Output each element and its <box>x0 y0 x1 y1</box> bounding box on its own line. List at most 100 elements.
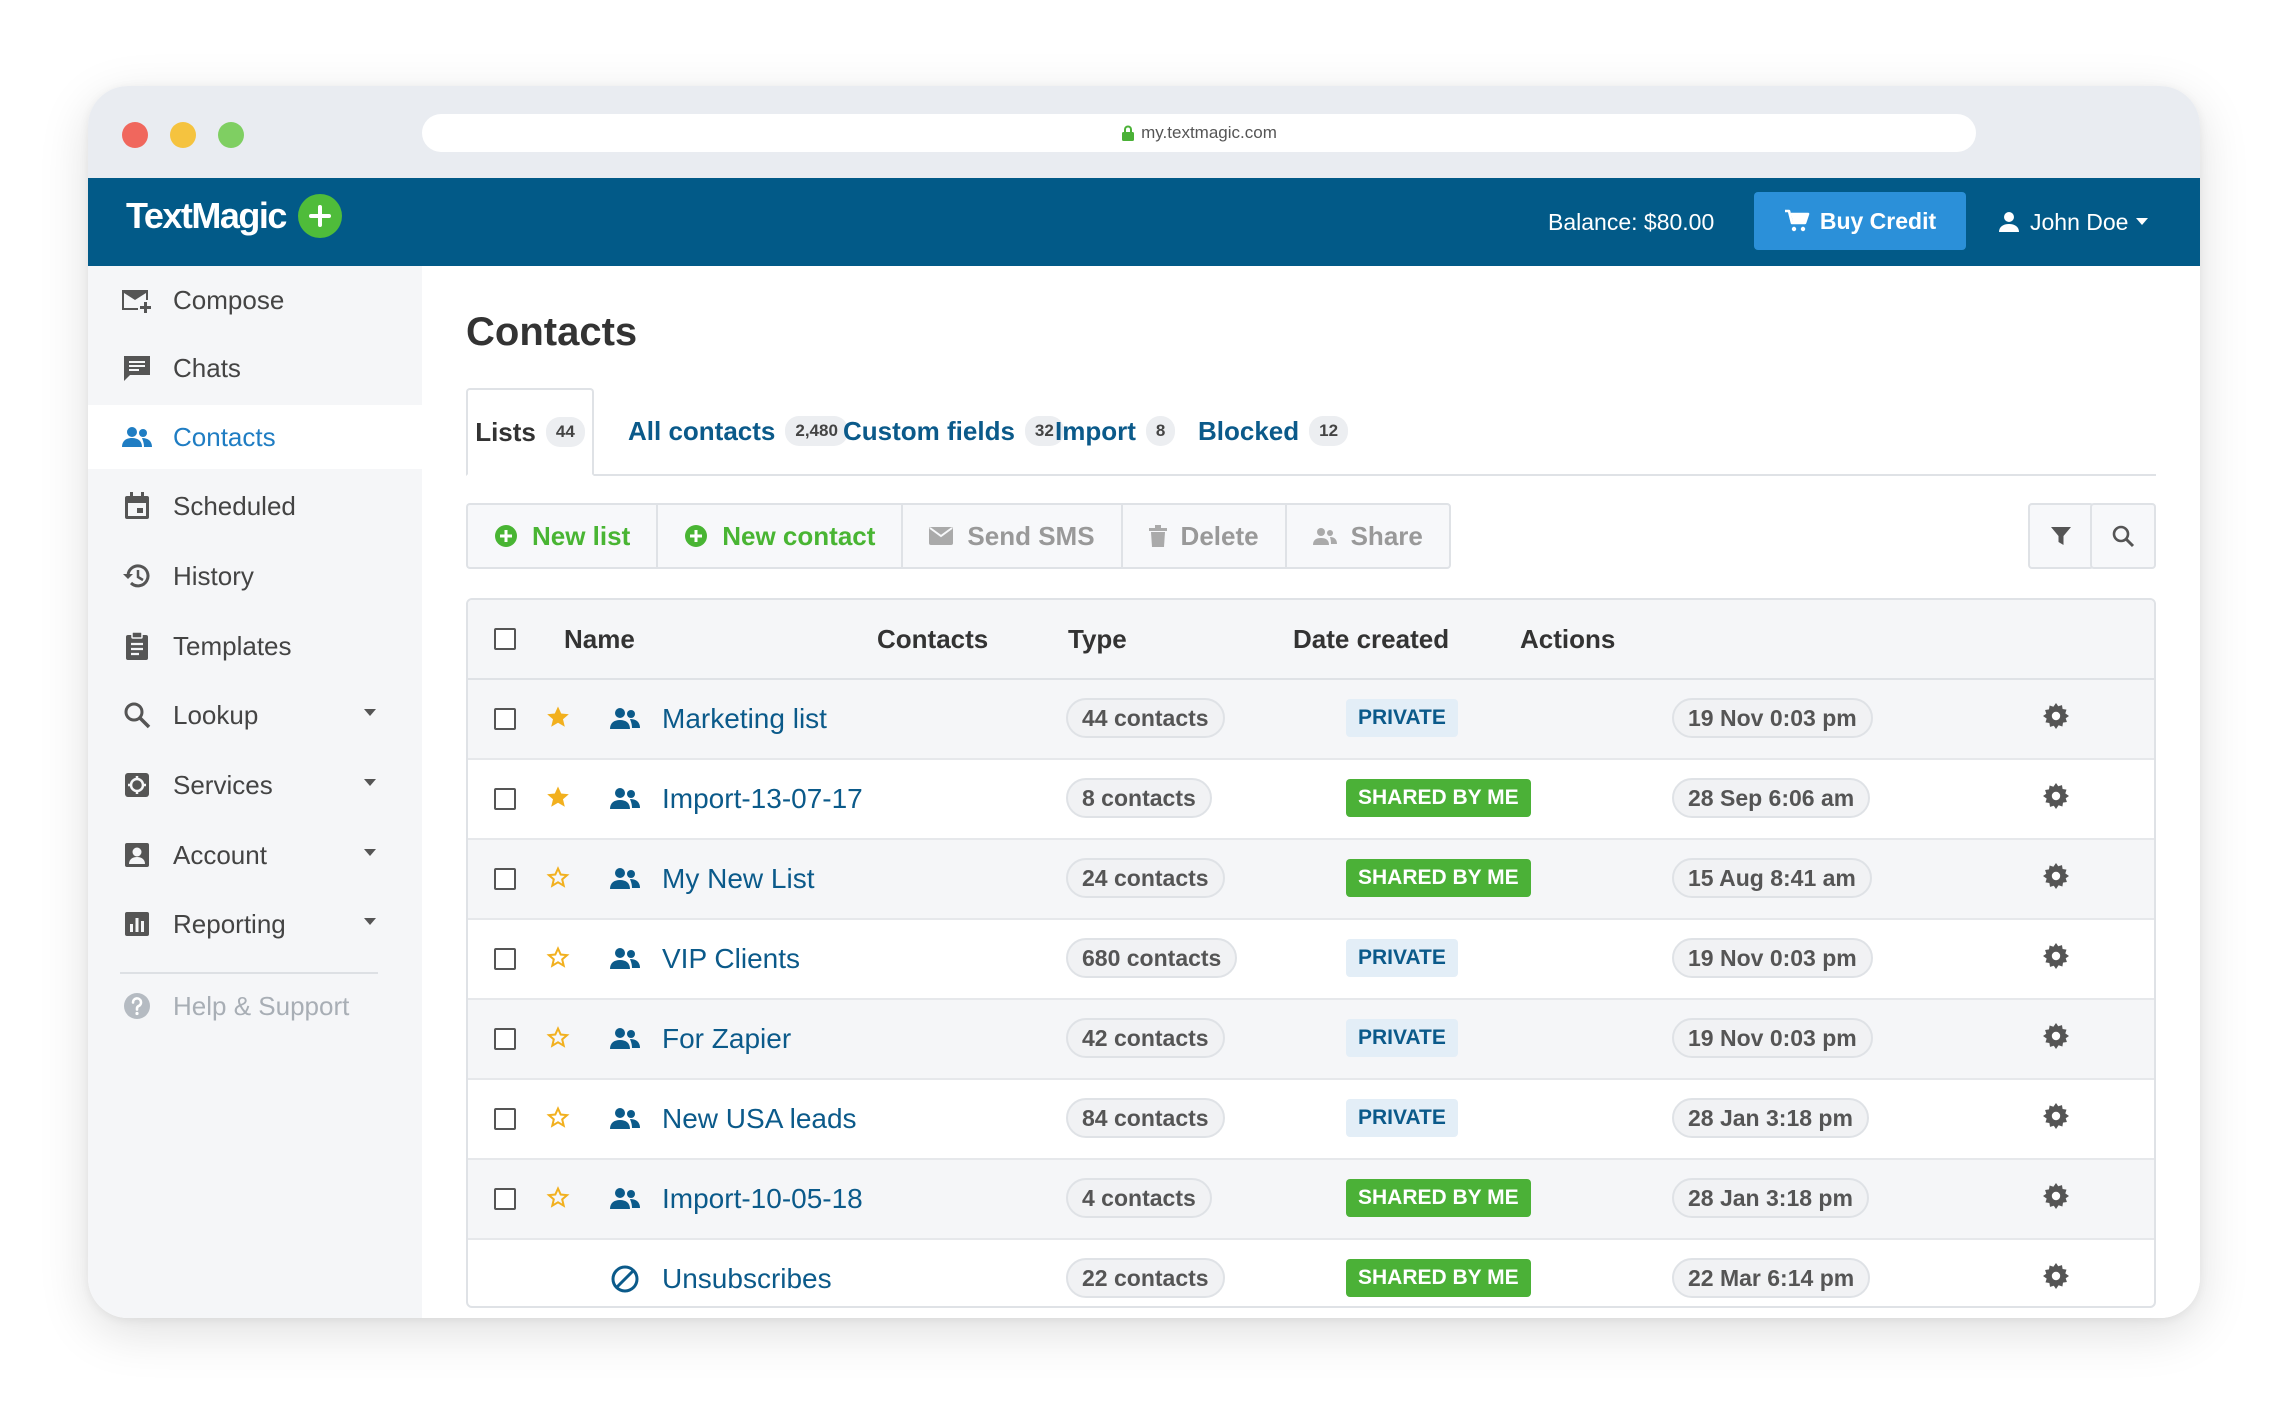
sidebar-item-compose[interactable]: Compose <box>88 268 422 332</box>
row-checkbox[interactable] <box>494 1028 516 1050</box>
sidebar-item-services[interactable]: Services <box>88 753 422 817</box>
star-outline-icon[interactable] <box>546 865 570 894</box>
history-icon <box>123 564 150 588</box>
tab-all-contacts[interactable]: All contacts 2,480 <box>628 388 848 474</box>
caret-down-icon <box>364 709 376 716</box>
contacts-count-pill[interactable]: 84 contacts <box>1066 1098 1225 1138</box>
tab-lists[interactable]: Lists 44 <box>466 388 594 476</box>
maximize-window-button[interactable] <box>218 122 244 148</box>
sidebar-item-help[interactable]: Help & Support <box>88 974 422 1038</box>
select-all-checkbox[interactable] <box>494 628 516 650</box>
sidebar-item-account[interactable]: Account <box>88 823 422 887</box>
sidebar-item-lookup[interactable]: Lookup <box>88 683 422 747</box>
group-icon <box>610 1184 640 1219</box>
new-contact-button[interactable]: New contact <box>656 503 902 569</box>
buy-credit-label: Buy Credit <box>1819 207 1937 234</box>
group-icon <box>610 1024 640 1059</box>
address-bar[interactable]: my.textmagic.com <box>422 114 1976 152</box>
list-name-link[interactable]: For Zapier <box>662 1000 791 1078</box>
row-checkbox[interactable] <box>494 948 516 970</box>
star-outline-icon[interactable] <box>546 1185 570 1214</box>
column-header-name[interactable]: Name <box>564 600 635 678</box>
table-row[interactable]: Import-13-07-17 8 contacts SHARED BY ME 28 … <box>468 760 2154 840</box>
gear-icon[interactable] <box>2043 1183 2069 1214</box>
buy-credit-button[interactable]: Buy Credit <box>1754 192 1966 250</box>
caret-down-icon <box>364 849 376 856</box>
type-badge: PRIVATE <box>1346 939 1458 977</box>
list-name-link[interactable]: New USA leads <box>662 1080 857 1158</box>
star-outline-icon[interactable] <box>546 945 570 974</box>
row-checkbox[interactable] <box>494 1188 516 1210</box>
gear-icon[interactable] <box>2043 943 2069 974</box>
gear-icon[interactable] <box>2043 1263 2069 1294</box>
list-name-link[interactable]: Marketing list <box>662 680 827 758</box>
calendar-icon <box>125 492 149 519</box>
group-icon <box>610 864 640 899</box>
sidebar-item-reporting[interactable]: Reporting <box>88 892 422 956</box>
table-row[interactable]: For Zapier 42 contacts PRIVATE 19 Nov 0:03 … <box>468 1000 2154 1080</box>
tab-bar: Lists 44 All contacts 2,480 Custom field… <box>466 388 2156 476</box>
user-menu[interactable]: John Doe <box>1998 178 2149 266</box>
sidebar-item-chats[interactable]: Chats <box>88 336 422 400</box>
tab-count: 2,480 <box>785 416 848 446</box>
contacts-count-pill[interactable]: 680 contacts <box>1066 938 1238 978</box>
tab-custom-fields[interactable]: Custom fields 32 <box>843 388 1064 474</box>
action-toolbar: New list New contact Send SMS Delete Sha… <box>466 503 1451 569</box>
sidebar-item-templates[interactable]: Templates <box>88 614 422 678</box>
delete-button[interactable]: Delete <box>1120 503 1285 569</box>
star-outline-icon[interactable] <box>546 1105 570 1134</box>
filter-button[interactable] <box>2028 503 2094 569</box>
search-button[interactable] <box>2090 503 2156 569</box>
contacts-count-pill[interactable]: 44 contacts <box>1066 698 1225 738</box>
table-row[interactable]: Unsubscribes 22 contacts SHARED BY ME 22 Ma… <box>468 1240 2154 1306</box>
star-filled-icon[interactable] <box>546 705 570 734</box>
sidebar-item-label: Templates <box>173 630 292 661</box>
caret-down-icon <box>2136 218 2149 225</box>
minimize-window-button[interactable] <box>170 122 196 148</box>
column-header-type[interactable]: Type <box>1068 600 1127 678</box>
contacts-count-pill[interactable]: 4 contacts <box>1066 1178 1212 1218</box>
table-row[interactable]: Import-10-05-18 4 contacts SHARED BY ME 28 … <box>468 1160 2154 1240</box>
plus-icon[interactable] <box>297 194 342 238</box>
list-name-link[interactable]: Unsubscribes <box>662 1240 832 1306</box>
list-name-link[interactable]: VIP Clients <box>662 920 800 998</box>
table-row[interactable]: My New List 24 contacts SHARED BY ME 15 Aug… <box>468 840 2154 920</box>
star-filled-icon[interactable] <box>546 785 570 814</box>
sidebar-item-scheduled[interactable]: Scheduled <box>88 474 422 538</box>
share-button[interactable]: Share <box>1284 503 1451 569</box>
tab-blocked[interactable]: Blocked 12 <box>1198 388 1349 474</box>
row-checkbox[interactable] <box>494 788 516 810</box>
logo[interactable]: TextMagic <box>126 194 342 238</box>
send-sms-button[interactable]: Send SMS <box>901 503 1121 569</box>
gear-icon[interactable] <box>2043 703 2069 734</box>
contacts-count-pill[interactable]: 24 contacts <box>1066 858 1225 898</box>
sidebar-item-history[interactable]: History <box>88 544 422 608</box>
row-checkbox[interactable] <box>494 868 516 890</box>
column-header-date-created[interactable]: Date created <box>1293 600 1449 678</box>
table-row[interactable]: Marketing list 44 contacts PRIVATE 19 Nov 0… <box>468 680 2154 760</box>
close-window-button[interactable] <box>122 122 148 148</box>
sidebar-item-contacts[interactable]: Contacts <box>88 405 422 469</box>
tab-import[interactable]: Import 8 <box>1055 388 1176 474</box>
table-row[interactable]: New USA leads 84 contacts PRIVATE 28 Jan 3:… <box>468 1080 2154 1160</box>
row-checkbox[interactable] <box>494 708 516 730</box>
type-badge: SHARED BY ME <box>1346 1259 1531 1297</box>
star-outline-icon[interactable] <box>546 1025 570 1054</box>
row-checkbox[interactable] <box>494 1108 516 1130</box>
gear-icon[interactable] <box>2043 1023 2069 1054</box>
contacts-count-pill[interactable]: 22 contacts <box>1066 1258 1225 1298</box>
group-icon <box>610 944 640 979</box>
date-created-pill: 19 Nov 0:03 pm <box>1672 698 1873 738</box>
list-name-link[interactable]: Import-10-05-18 <box>662 1160 863 1238</box>
list-name-link[interactable]: Import-13-07-17 <box>662 760 863 838</box>
contacts-count-pill[interactable]: 42 contacts <box>1066 1018 1225 1058</box>
new-list-button[interactable]: New list <box>466 503 657 569</box>
gear-icon[interactable] <box>2043 863 2069 894</box>
gear-icon[interactable] <box>2043 783 2069 814</box>
list-name-link[interactable]: My New List <box>662 840 814 918</box>
gear-icon[interactable] <box>2043 1103 2069 1134</box>
table-row[interactable]: VIP Clients 680 contacts PRIVATE 19 Nov 0:0… <box>468 920 2154 1000</box>
type-badge: SHARED BY ME <box>1346 1179 1531 1217</box>
column-header-contacts[interactable]: Contacts <box>877 600 988 678</box>
contacts-count-pill[interactable]: 8 contacts <box>1066 778 1212 818</box>
